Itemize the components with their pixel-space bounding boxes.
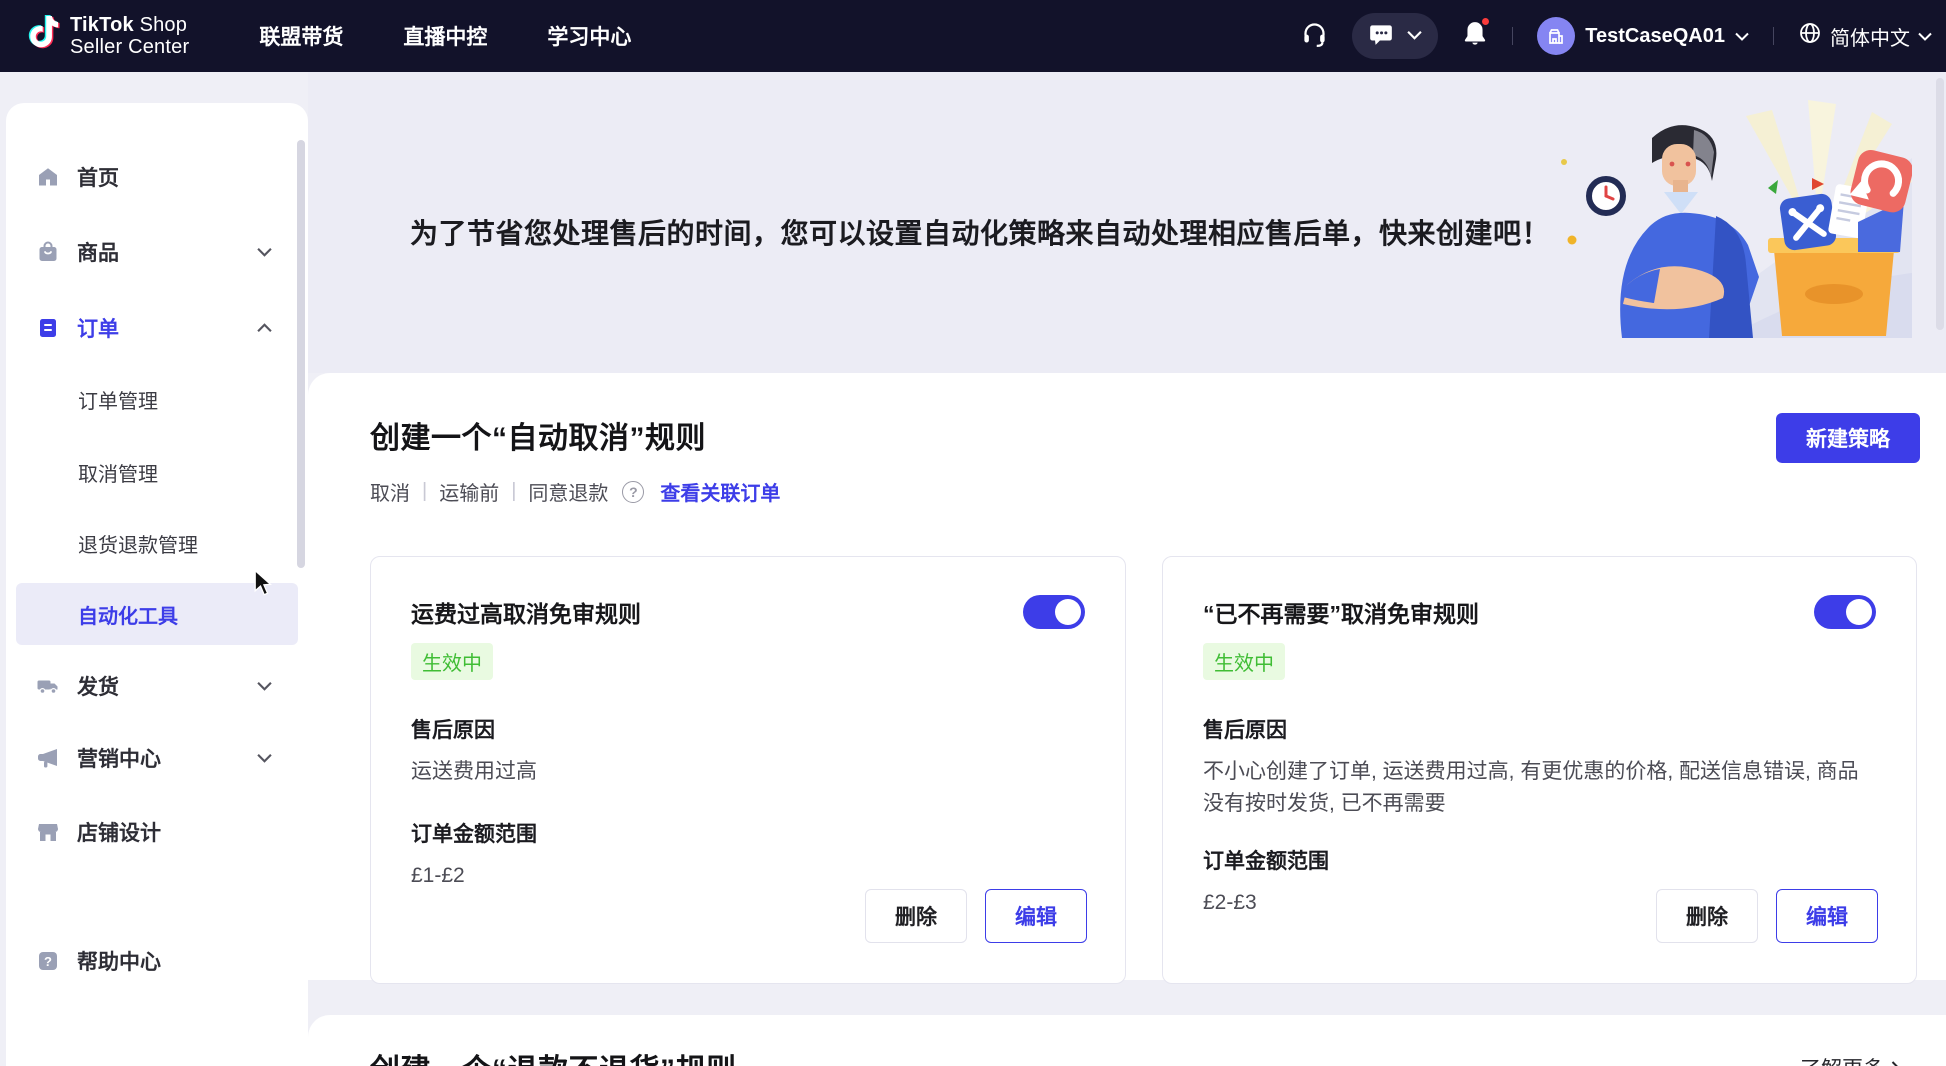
svg-text:?: ? [44, 954, 52, 969]
chevron-down-icon [1918, 32, 1932, 41]
truck-icon [36, 674, 60, 698]
reason-label: 售后原因 [411, 714, 1085, 744]
language-selector[interactable]: 简体中文 [1798, 21, 1932, 51]
sidebar-scrollbar-thumb[interactable] [297, 140, 305, 568]
toggle-knob [1846, 599, 1872, 625]
notifications-bell[interactable] [1462, 20, 1488, 53]
rule-toggle[interactable] [1814, 595, 1876, 629]
status-badge: 生效中 [1203, 643, 1285, 680]
edit-button[interactable]: 编辑 [1776, 889, 1878, 943]
rule-title: “已不再需要”取消免审规则 [1203, 595, 1479, 629]
rule-card-shipping-fee: 运费过高取消免审规则 生效中 售后原因 运送费用过高 订单金额范围 £1-£2 … [370, 556, 1126, 984]
rule-toggle[interactable] [1023, 595, 1085, 629]
amount-label: 订单金额范围 [1203, 845, 1876, 875]
tag-agree-refund: 同意退款 [528, 477, 608, 506]
sidebar-item-shop-design[interactable]: 店铺设计 [6, 810, 308, 854]
page-body: 首页 商品 订单 订单管理 取消管理 退货退款管理 自动化工具 发货 营销中心 … [0, 72, 1946, 1066]
rule-card-no-longer-needed: “已不再需要”取消免审规则 生效中 售后原因 不小心创建了订单, 运送费用过高,… [1162, 556, 1917, 984]
reason-value: 不小心创建了订单, 运送费用过高, 有更优惠的价格, 配送信息错误, 商品没有按… [1203, 756, 1863, 819]
nav-affiliate[interactable]: 联盟带货 [259, 21, 343, 51]
tiktok-note-icon [22, 13, 60, 60]
edit-button[interactable]: 编辑 [985, 889, 1087, 943]
topbar-divider [1512, 27, 1513, 45]
page-scrollbar-thumb[interactable] [1936, 78, 1944, 330]
create-strategy-button[interactable]: 新建策略 [1776, 413, 1920, 463]
sidebar-item-products[interactable]: 商品 [6, 230, 308, 274]
reason-value: 运送费用过高 [411, 756, 1071, 788]
account-menu[interactable]: TestCaseQA01 [1537, 17, 1749, 55]
globe-icon [1798, 21, 1822, 51]
sidebar-item-automation-tools[interactable]: 自动化工具 [16, 583, 298, 645]
tag-separator: | [422, 480, 427, 503]
help-icon[interactable]: ? [622, 481, 644, 503]
sidebar-item-orders[interactable]: 订单 [6, 306, 308, 350]
chevron-down-icon [257, 681, 272, 691]
learn-more-link[interactable]: 了解更多 [1800, 1053, 1900, 1066]
reason-label: 售后原因 [1203, 714, 1876, 744]
question-circle-icon: ? [36, 949, 60, 973]
topbar-divider [1773, 27, 1774, 45]
sidebar-item-shipping[interactable]: 发货 [6, 664, 308, 708]
tag-cancel: 取消 [370, 477, 410, 506]
rule-title: 运费过高取消免审规则 [411, 595, 641, 629]
nav-live-center[interactable]: 直播中控 [403, 21, 487, 51]
section-title: 创建一个“退款不退货”规则 [370, 1045, 737, 1066]
sidebar: 首页 商品 订单 订单管理 取消管理 退货退款管理 自动化工具 发货 营销中心 … [6, 103, 308, 1066]
nav-learning-center[interactable]: 学习中心 [547, 21, 631, 51]
logo-brand: TikTok [70, 14, 134, 36]
auto-cancel-section: 创建一个“自动取消”规则 新建策略 取消 | 运输前 | 同意退款 ? 查看关联… [308, 373, 1946, 980]
chat-bubble-icon [1368, 21, 1394, 52]
main-content: 为了节省您处理售后的时间，您可以设置自动化策略来自动处理相应售后单，快来创建吧！ [308, 72, 1946, 1066]
sidebar-item-home[interactable]: 首页 [6, 155, 308, 199]
megaphone-icon [36, 746, 60, 770]
delete-button[interactable]: 删除 [865, 889, 967, 943]
topbar: TikTok Shop Seller Center 联盟带货 直播中控 学习中心 [0, 0, 1946, 72]
top-navigation: 联盟带货 直播中控 学习中心 [259, 21, 631, 51]
sidebar-item-marketing-center[interactable]: 营销中心 [6, 736, 308, 780]
chevron-down-icon [257, 247, 272, 257]
chevron-right-icon [1891, 1061, 1900, 1066]
toggle-knob [1055, 599, 1081, 625]
logo-line2: Seller Center [70, 36, 189, 58]
amount-value: £1-£2 [411, 860, 1071, 892]
tag-pre-shipment: 运输前 [439, 477, 499, 506]
chevron-up-icon [257, 323, 272, 333]
shopping-bag-icon [36, 240, 60, 264]
refund-no-return-section: 创建一个“退款不退货”规则 了解更多 [308, 1015, 1946, 1066]
chevron-down-icon [257, 753, 272, 763]
chevron-down-icon [1735, 32, 1749, 41]
view-related-orders-link[interactable]: 查看关联订单 [660, 477, 780, 506]
chevron-down-icon [1407, 27, 1422, 45]
promo-banner: 为了节省您处理售后的时间，您可以设置自动化策略来自动处理相应售后单，快来创建吧！ [308, 72, 1946, 373]
notification-dot [1480, 16, 1491, 27]
language-label: 简体中文 [1830, 22, 1910, 51]
tag-separator: | [511, 480, 516, 503]
headset-icon[interactable] [1301, 20, 1328, 52]
messages-dropdown[interactable] [1352, 13, 1438, 59]
home-icon [36, 165, 60, 189]
status-badge: 生效中 [411, 643, 493, 680]
sidebar-item-return-refund-management[interactable]: 退货退款管理 [6, 521, 308, 565]
section-title: 创建一个“自动取消”规则 [370, 413, 706, 457]
sidebar-item-help-center[interactable]: ? 帮助中心 [6, 939, 308, 983]
tiktok-logo[interactable]: TikTok Shop Seller Center [22, 13, 189, 60]
section-subtitle: 取消 | 运输前 | 同意退款 ? 查看关联订单 [370, 477, 1920, 506]
sidebar-item-cancel-management[interactable]: 取消管理 [6, 450, 308, 494]
banner-illustration [1556, 98, 1912, 343]
banner-message: 为了节省您处理售后的时间，您可以设置自动化策略来自动处理相应售后单，快来创建吧！ [410, 212, 1550, 252]
delete-button[interactable]: 删除 [1656, 889, 1758, 943]
storefront-icon [36, 820, 60, 844]
account-name: TestCaseQA01 [1585, 25, 1725, 48]
shop-avatar-icon [1537, 17, 1575, 55]
order-document-icon [36, 316, 60, 340]
logo-text: TikTok Shop Seller Center [70, 14, 189, 59]
sidebar-item-order-management[interactable]: 订单管理 [6, 377, 308, 421]
amount-label: 订单金额范围 [411, 818, 1085, 848]
